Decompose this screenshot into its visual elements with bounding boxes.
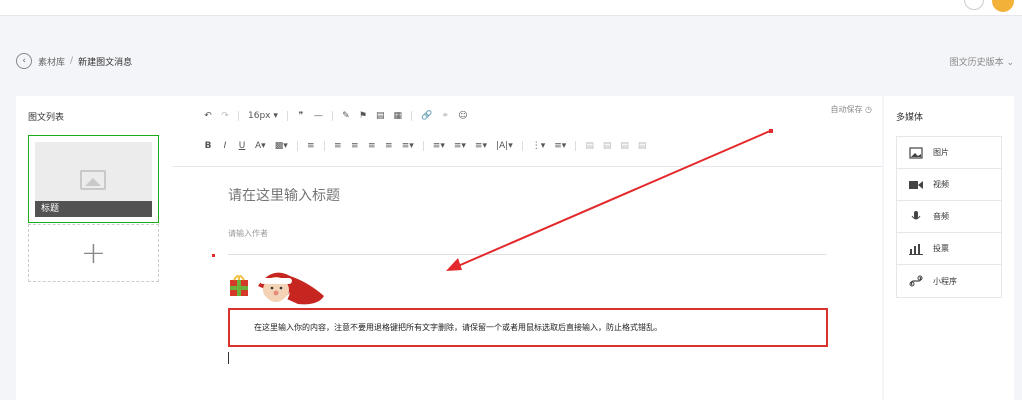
microphone-icon [909, 210, 923, 223]
font-color-icon[interactable]: A▾ [255, 140, 266, 152]
breadcrumb-parent[interactable]: 素材库 [38, 55, 65, 68]
content-text: 在这里输入你的内容，注意不要用退格键把所有文字删除，请保留一个或者用鼠标选取后直… [254, 323, 662, 332]
author-input[interactable]: 请输入作者 [228, 228, 528, 239]
media-item-miniprogram[interactable]: 小程序 [897, 265, 1001, 297]
autosave-label: 自动保存 [830, 105, 863, 114]
bold-icon[interactable]: B [204, 140, 212, 152]
article-thumbnail: 标题 [35, 142, 152, 217]
font-size-select[interactable]: 16px ▾ [248, 110, 278, 122]
media-item-audio[interactable]: 音频 [897, 201, 1001, 233]
media-item-label: 小程序 [933, 276, 957, 286]
ordered-list-icon[interactable]: ≡▾ [554, 140, 566, 152]
title-input[interactable] [228, 188, 828, 204]
top-bar [0, 0, 1022, 16]
media-panel-title: 多媒体 [896, 113, 924, 123]
unordered-list-icon[interactable]: ⋮▾ [532, 140, 546, 152]
toolbar-divider [238, 111, 239, 121]
video-icon [909, 179, 923, 191]
editor-panel: ↶ ↷ 16px ▾ ❞ — ✎ ⚑ ▤ ▦ 🔗 ⚭ ☺ B I U A▾ ▩▾… [172, 96, 882, 400]
background-color-icon[interactable]: ▩▾ [275, 140, 288, 152]
content-area[interactable]: 在这里输入你的内容，注意不要用退格键把所有文字删除，请保留一个或者用鼠标选取后直… [228, 308, 828, 347]
toolbar-row-1: ↶ ↷ 16px ▾ ❞ — ✎ ⚑ ▤ ▦ 🔗 ⚭ ☺ [204, 109, 468, 123]
font-size-value: 16px [248, 111, 271, 121]
indent-icon[interactable]: ≡ [307, 140, 315, 152]
toolbar-row-2: B I U A▾ ▩▾ ≡ ≡ ≡ ≡ ≡ ≡▾ ≡▾ ≡▾ ≡▾ |A|▾ ⋮… [204, 139, 646, 153]
breadcrumb-current: 新建图文消息 [78, 57, 133, 68]
align-menu-icon[interactable]: ≡▾ [402, 140, 414, 152]
santa-sticker [230, 272, 324, 306]
media-item-image[interactable]: 图片 [897, 137, 1001, 169]
media-list: 图片 视频 音频 投票 小程序 [896, 136, 1002, 298]
horizontal-rule-icon[interactable]: — [314, 110, 323, 122]
italic-icon[interactable]: I [221, 140, 229, 152]
santa-icon [258, 272, 324, 306]
vote-icon [909, 243, 923, 255]
article-thumb-title: 标题 [35, 201, 152, 217]
toolbar-divider [411, 111, 412, 121]
float-right-icon[interactable]: ▤ [638, 140, 647, 152]
blockquote-icon[interactable]: ❞ [297, 110, 305, 122]
format-painter-icon[interactable]: ✎ [342, 110, 350, 122]
media-item-label: 投票 [933, 244, 949, 253]
align-justify-icon[interactable]: ≡ [385, 140, 393, 152]
history-link-label: 图文历史版本 [949, 58, 1004, 68]
letter-spacing-icon[interactable]: |A|▾ [496, 140, 513, 152]
media-item-label: 视频 [933, 180, 949, 189]
toolbar-divider [331, 111, 333, 121]
link-icon[interactable]: 🔗 [421, 110, 432, 122]
plus-icon: + [80, 235, 107, 271]
gift-icon [230, 275, 248, 296]
spacing-before-icon[interactable]: ≡▾ [433, 140, 445, 152]
emoji-icon[interactable]: ☺ [458, 110, 467, 122]
article-list-panel: 图文列表 标题 + [16, 96, 172, 400]
breadcrumb: ‹ 素材库 / 新建图文消息 [16, 52, 132, 70]
toolbar-divider [575, 141, 577, 151]
align-left-icon[interactable]: ≡ [334, 140, 342, 152]
image-icon [909, 146, 923, 159]
spacing-after-icon[interactable]: ≡▾ [454, 140, 466, 152]
clock-icon: ◷ [865, 105, 872, 114]
media-item-label: 音频 [933, 212, 949, 221]
history-link[interactable]: 图文历史版本 ⌄ [950, 55, 1014, 68]
unlink-icon[interactable]: ⚭ [441, 110, 449, 122]
avatar[interactable] [992, 0, 1014, 12]
article-list-title: 图文列表 [28, 113, 65, 123]
toolbar-divider [521, 141, 523, 151]
paste-icon[interactable]: ▤ [376, 110, 385, 122]
underline-icon[interactable]: U [238, 140, 246, 152]
media-item-vote[interactable]: 投票 [897, 233, 1001, 265]
autosave-toggle[interactable]: 自动保存 ◷ [830, 104, 872, 115]
redo-icon[interactable]: ↷ [221, 110, 229, 122]
image-placeholder-icon [80, 170, 106, 190]
miniprogram-icon [909, 275, 923, 287]
undo-icon[interactable]: ↶ [204, 110, 212, 122]
toolbar-divider [323, 141, 325, 151]
align-center-icon[interactable]: ≡ [351, 140, 359, 152]
line-height-icon[interactable]: ≡▾ [475, 140, 487, 152]
chevron-down-icon: ⌄ [1006, 58, 1014, 68]
toolbar-divider [422, 141, 424, 151]
float-center-icon[interactable]: ▤ [620, 140, 629, 152]
template-icon[interactable]: ▦ [393, 110, 402, 122]
align-right-icon[interactable]: ≡ [368, 140, 376, 152]
toolbar-divider [296, 141, 298, 151]
float-none-icon[interactable]: ▤ [603, 140, 612, 152]
header-divider [228, 254, 826, 255]
back-icon[interactable]: ‹ [16, 53, 32, 69]
editor-toolbar: ↶ ↷ 16px ▾ ❞ — ✎ ⚑ ▤ ▦ 🔗 ⚭ ☺ B I U A▾ ▩▾… [172, 96, 882, 167]
annotation-dot [212, 254, 215, 257]
clear-format-icon[interactable]: ⚑ [359, 110, 367, 122]
media-item-label: 图片 [933, 148, 949, 157]
float-left-icon[interactable]: ▤ [585, 140, 594, 152]
text-cursor [228, 352, 229, 364]
help-icon[interactable] [964, 0, 984, 10]
article-card[interactable]: 标题 [28, 135, 159, 223]
toolbar-divider [286, 111, 288, 121]
media-item-video[interactable]: 视频 [897, 169, 1001, 201]
media-panel: 多媒体 图片 视频 音频 投票 小程序 [884, 96, 1014, 400]
breadcrumb-separator: / [70, 56, 74, 66]
add-article-button[interactable]: + [28, 224, 159, 282]
